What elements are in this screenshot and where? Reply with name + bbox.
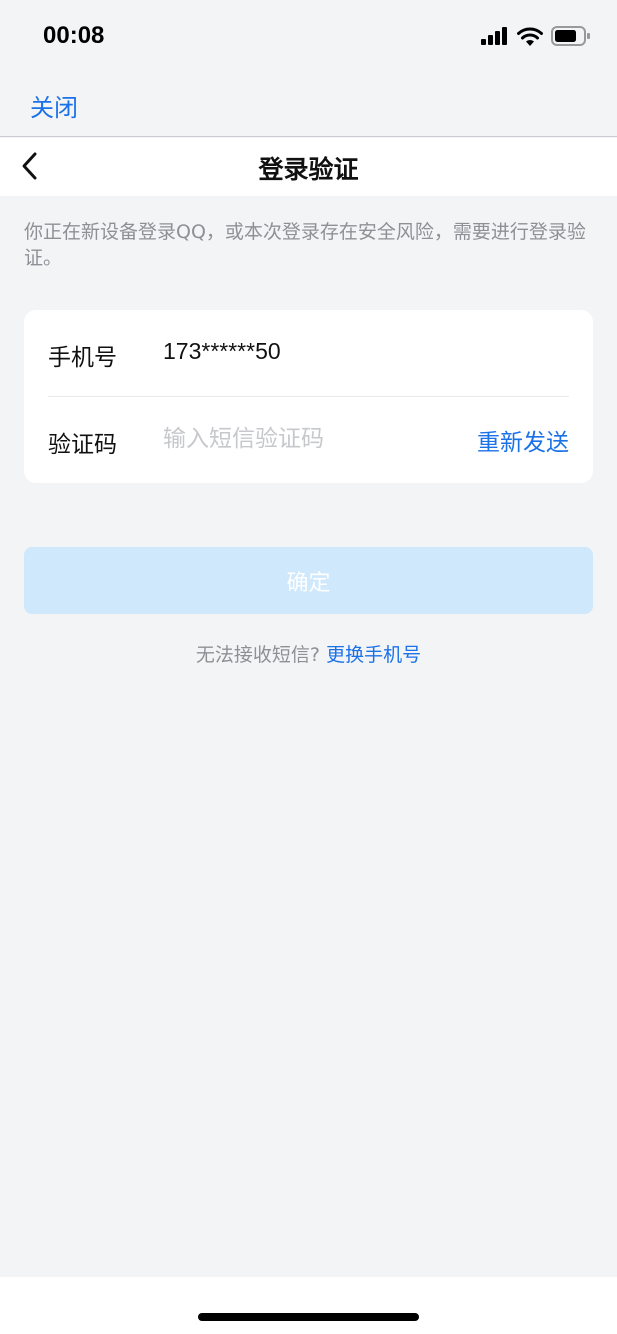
page-title: 登录验证 [258,155,359,184]
code-row: 验证码 重新发送 [24,397,593,483]
verification-form: 手机号 173******50 验证码 重新发送 [24,310,593,483]
security-notice: 你正在新设备登录QQ，或本次登录存在安全风险，需要进行登录验证。 [24,221,586,269]
code-label: 验证码 [48,432,117,458]
signal-icon [481,27,507,45]
nav-bar: 登录验证 [0,138,617,196]
status-icons [481,26,591,46]
status-time: 00:08 [43,22,105,49]
phone-label: 手机号 [48,345,117,371]
sms-code-input[interactable] [163,419,443,459]
bottom-area [0,1277,617,1334]
help-text: 无法接收短信? [195,644,321,666]
help-line: 无法接收短信? 更换手机号 [0,640,617,667]
change-phone-link[interactable]: 更换手机号 [326,644,421,666]
status-bar: 00:08 [0,0,617,72]
battery-icon [551,26,590,46]
home-indicator[interactable] [198,1313,419,1321]
wifi-icon [517,27,543,46]
confirm-button[interactable]: 确定 [24,547,593,614]
close-bar: 关闭 [0,72,617,137]
phone-value: 173******50 [163,338,281,364]
phone-row: 手机号 173******50 [24,310,593,396]
close-button[interactable]: 关闭 [30,88,78,123]
resend-button[interactable]: 重新发送 [477,423,569,457]
